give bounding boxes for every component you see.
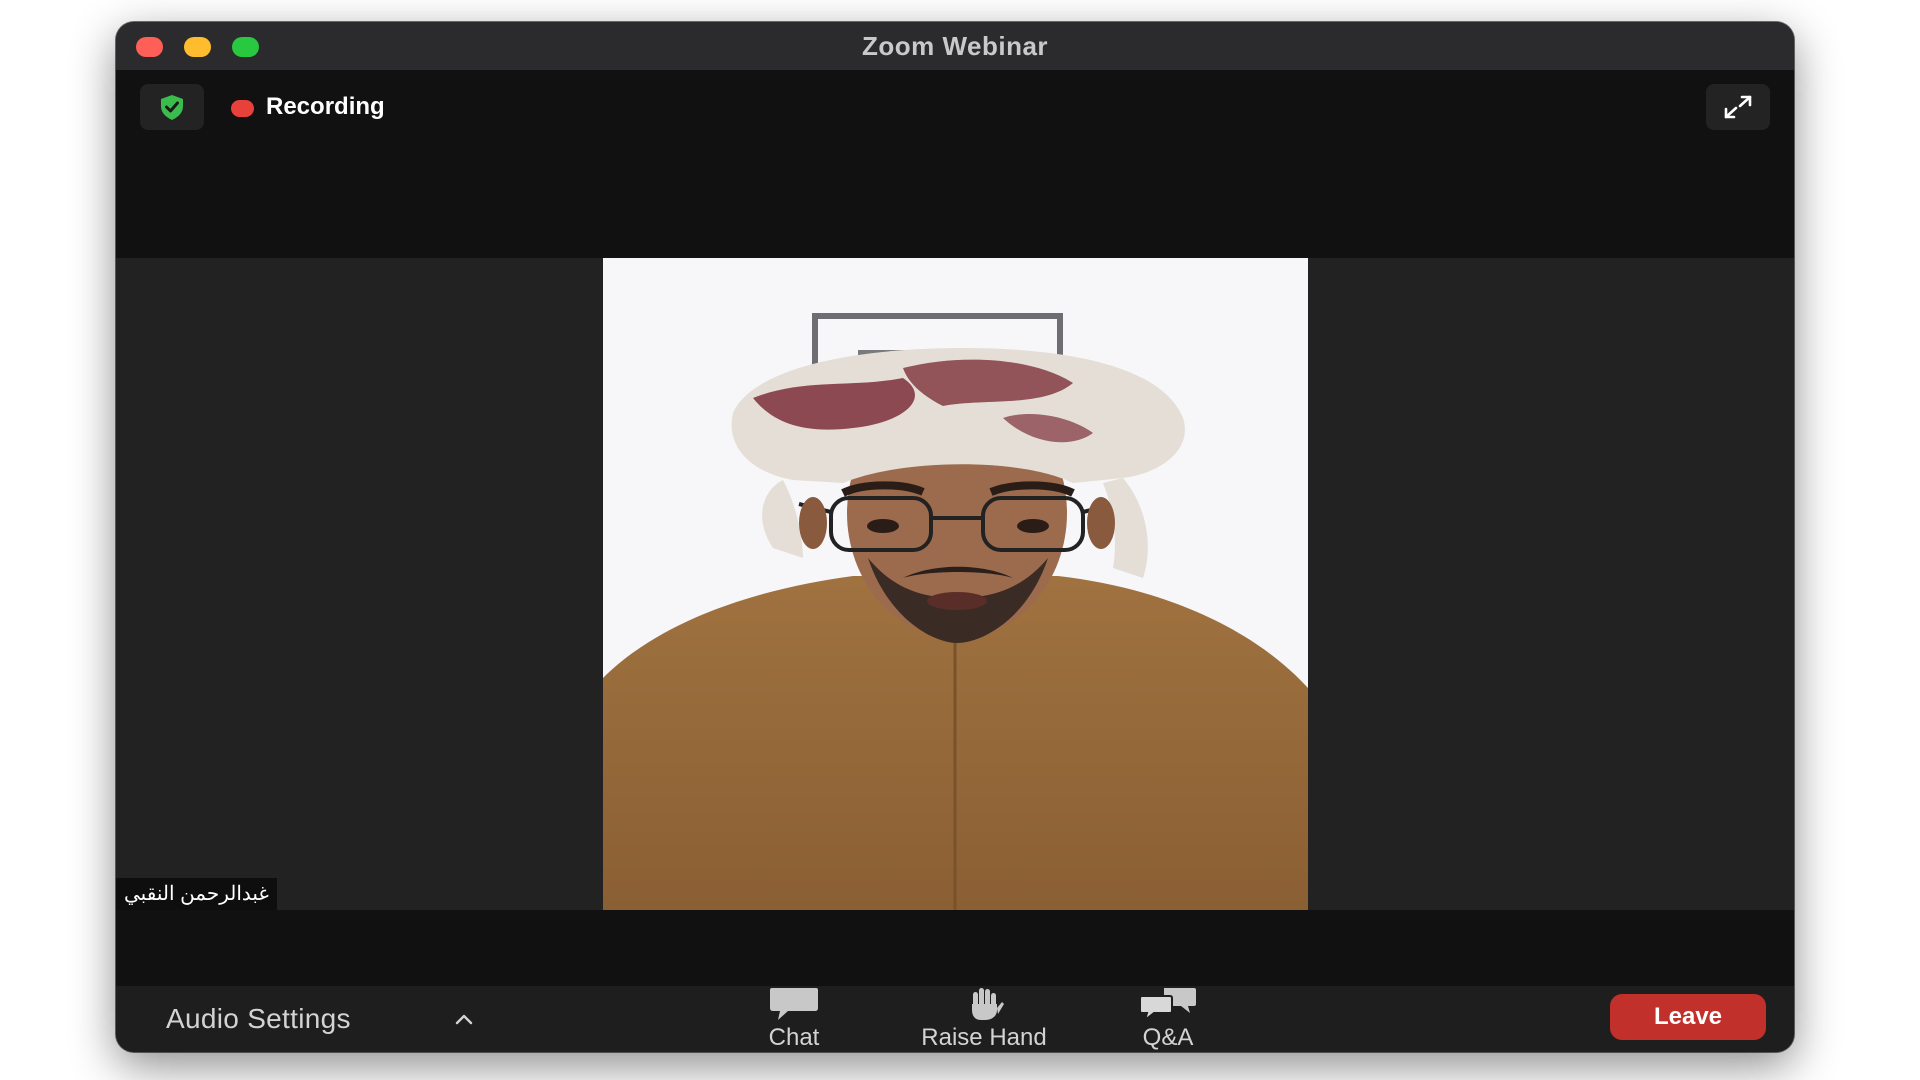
leave-button[interactable]: Leave	[1610, 994, 1766, 1040]
chevron-up-icon	[455, 1014, 473, 1025]
qa-bubbles-icon	[1139, 988, 1196, 1022]
participant-video[interactable]	[603, 258, 1308, 910]
raise-hand-label: Raise Hand	[921, 1024, 1047, 1051]
fullscreen-button[interactable]	[1706, 84, 1770, 130]
participant-name-tag: غبدالرحمن النقبي	[116, 878, 277, 910]
chat-button[interactable]: Chat	[744, 986, 844, 1052]
raised-hand-icon	[972, 988, 1004, 1020]
raise-hand-button[interactable]: Raise Hand	[899, 986, 1069, 1052]
chat-label: Chat	[768, 1024, 820, 1051]
stage-bottom-strip	[116, 910, 1794, 986]
video-stage: غبدالرحمن النقبي	[116, 258, 1794, 910]
window-title: Zoom Webinar	[861, 31, 1049, 61]
shield-check-icon	[161, 95, 183, 120]
audio-options-button[interactable]	[444, 1002, 484, 1036]
title-bar: Zoom Webinar	[116, 22, 1794, 71]
expand-arrows-icon	[1724, 95, 1752, 119]
meeting-toolbar: Audio Settings Chat Raise Hand Q&A Leave	[116, 986, 1794, 1052]
qa-button[interactable]: Q&A	[1118, 986, 1218, 1052]
meeting-top-bar: Recording	[116, 70, 1794, 258]
meeting-info-button[interactable]	[140, 84, 204, 130]
zoom-window: Zoom Webinar Recording غبدالرحمن النقبي …	[116, 22, 1794, 1052]
qa-label: Q&A	[1142, 1024, 1194, 1051]
chat-bubble-icon	[770, 988, 818, 1020]
recording-indicator	[231, 100, 254, 117]
audio-settings-button[interactable]: Audio Settings	[166, 1002, 351, 1036]
recording-label: Recording	[266, 93, 385, 120]
